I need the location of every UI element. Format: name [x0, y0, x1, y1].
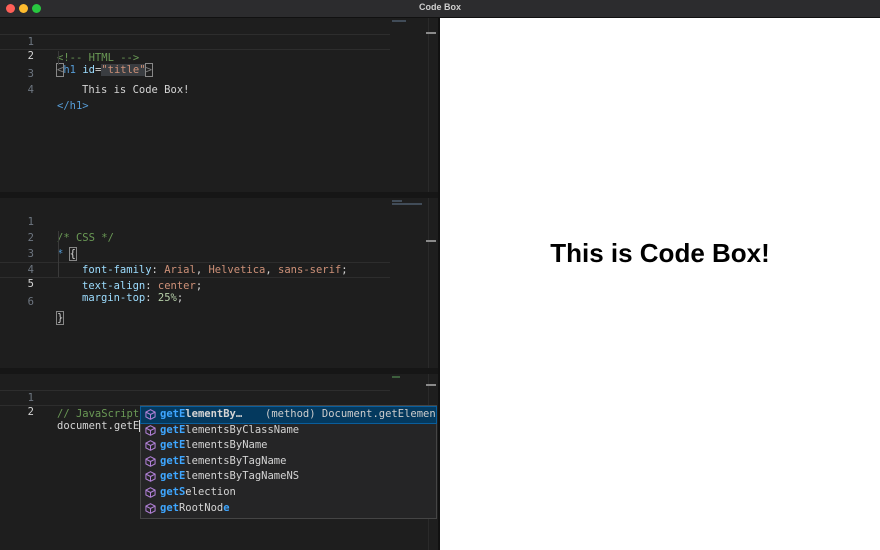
scroll-marker[interactable]	[426, 240, 436, 242]
cube-icon	[145, 487, 156, 498]
suggestion-item[interactable]: getRootNode	[141, 501, 436, 517]
closing-tag: </h1>	[57, 100, 89, 112]
text-content: This is Code Box!	[82, 84, 190, 96]
code-line: 1 /* CSS */	[0, 198, 390, 244]
code-line: 4 </h1>	[0, 66, 390, 112]
suggestion-item[interactable]: getElementsByName	[141, 438, 436, 454]
code-line: 2 * {	[0, 214, 390, 261]
code-line: 6 }	[0, 278, 390, 325]
cube-icon	[145, 471, 156, 483]
brace-close: }	[55, 311, 65, 325]
suggestion-item[interactable]: getElementsByTagNameNS	[141, 469, 436, 485]
scroll-marker[interactable]	[426, 32, 436, 34]
css-editor[interactable]: 1 /* CSS */ 2 * { 3 font-family: Arial, …	[0, 198, 438, 368]
html-editor[interactable]: 1 <!-- HTML --> 2 <h1 id="title"> 3 This…	[0, 18, 438, 192]
suggestion-item[interactable]: getElementsByClassName	[141, 423, 436, 439]
code-line: 1 // JavaScript	[0, 374, 390, 420]
suggestion-item[interactable]: getElementBy… (method) Document.getEleme…	[140, 406, 437, 424]
cube-icon	[145, 409, 156, 420]
minimap[interactable]	[390, 18, 428, 192]
vertical-scrollbar[interactable]	[428, 198, 429, 368]
cube-icon	[145, 455, 156, 467]
line-number: 4	[27, 84, 34, 96]
suggestion-item[interactable]: getElementsByTagName	[141, 454, 436, 470]
scroll-marker[interactable]	[426, 384, 436, 386]
preview-heading: This is Code Box!	[550, 238, 770, 268]
vertical-scrollbar[interactable]	[428, 18, 429, 192]
autocomplete-popup[interactable]: getElementBy… (method) Document.getEleme…	[140, 405, 437, 519]
cube-icon	[145, 424, 156, 436]
indent-guide	[58, 231, 59, 277]
preview-pane: This is Code Box!	[440, 18, 880, 550]
suggestion-item[interactable]: getSelection	[141, 485, 436, 501]
line-number: 6	[27, 296, 34, 308]
window-title: Code Box	[418, 2, 461, 12]
line-number: 2	[27, 406, 34, 418]
minimap[interactable]	[390, 198, 428, 368]
suggestion-detail: (method) Document.getElementBy	[265, 408, 436, 420]
code-line-current: 2 <h1 id="title">	[0, 34, 390, 77]
code-line-current: 2 document.getE	[0, 390, 390, 432]
title-bar: Code Box	[0, 0, 880, 18]
cube-icon	[145, 440, 156, 452]
cube-icon	[145, 502, 156, 514]
js-code: document.getE	[57, 420, 140, 432]
indent-guide	[58, 51, 59, 65]
code-line: 1 <!-- HTML -->	[0, 18, 390, 64]
